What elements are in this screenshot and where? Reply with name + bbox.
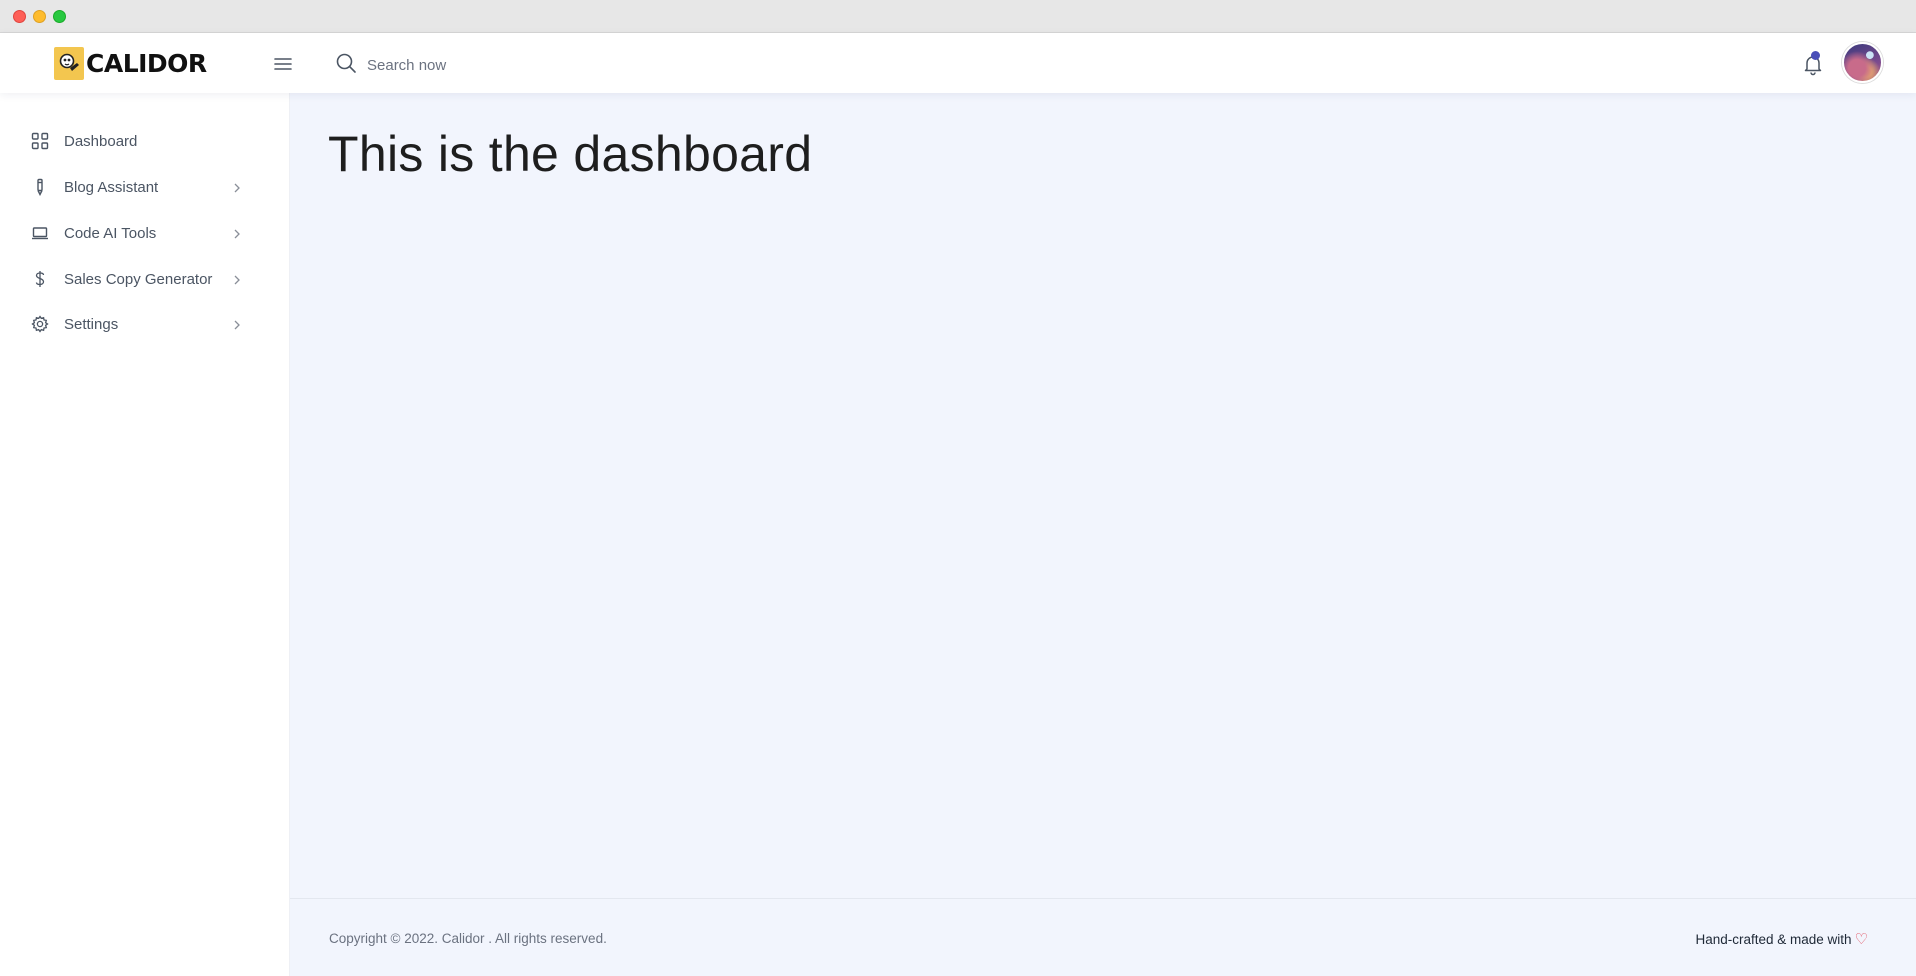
- window-close-button[interactable]: [13, 10, 26, 23]
- laptop-icon: [30, 223, 50, 243]
- sidebar: Dashboard Blog Assistant Code AI Tools S…: [0, 93, 290, 976]
- chevron-right-icon: [231, 227, 243, 239]
- search-input[interactable]: [367, 56, 667, 74]
- dollar-icon: [30, 269, 50, 289]
- crafted-note: Hand-crafted & made with ♡: [1695, 930, 1868, 948]
- user-avatar[interactable]: [1842, 42, 1883, 83]
- window-minimize-button[interactable]: [33, 10, 46, 23]
- sidebar-item-sales-copy-generator[interactable]: Sales Copy Generator: [0, 259, 290, 299]
- search-bar: [335, 50, 667, 80]
- sidebar-item-settings[interactable]: Settings: [0, 304, 290, 344]
- main-content: This is the dashboard Copyright © 2022. …: [290, 93, 1916, 976]
- sidebar-item-label: Settings: [64, 315, 119, 333]
- sidebar-item-dashboard[interactable]: Dashboard: [0, 121, 290, 161]
- page-title: This is the dashboard: [328, 126, 813, 182]
- logo-text: CALIDOR: [86, 49, 207, 78]
- copyright-text: Copyright © 2022. Calidor . All rights r…: [329, 931, 607, 946]
- window-maximize-button[interactable]: [53, 10, 66, 23]
- gear-icon: [30, 314, 50, 334]
- top-header: CALIDOR: [0, 33, 1916, 93]
- sidebar-item-label: Blog Assistant: [64, 178, 159, 196]
- heart-icon: ♡: [1854, 931, 1868, 948]
- sidebar-item-code-ai-tools[interactable]: Code AI Tools: [0, 213, 290, 253]
- footer: Copyright © 2022. Calidor . All rights r…: [290, 898, 1916, 976]
- chevron-right-icon: [231, 318, 243, 330]
- crafted-text: Hand-crafted & made with: [1695, 931, 1852, 947]
- search-icon[interactable]: [335, 52, 357, 79]
- brand-logo[interactable]: CALIDOR: [54, 47, 207, 80]
- sidebar-item-label: Dashboard: [64, 132, 138, 150]
- logo-mark-icon: [54, 47, 84, 80]
- window-titlebar: [0, 0, 1916, 33]
- grid-icon: [30, 131, 50, 151]
- chevron-right-icon: [231, 181, 243, 193]
- sidebar-item-label: Code AI Tools: [64, 224, 157, 242]
- pen-icon: [30, 177, 50, 197]
- chevron-right-icon: [231, 273, 243, 285]
- sidebar-item-label: Sales Copy Generator: [64, 270, 213, 288]
- hamburger-icon[interactable]: [272, 53, 294, 75]
- notification-dot: [1811, 51, 1820, 60]
- sidebar-item-blog-assistant[interactable]: Blog Assistant: [0, 167, 290, 207]
